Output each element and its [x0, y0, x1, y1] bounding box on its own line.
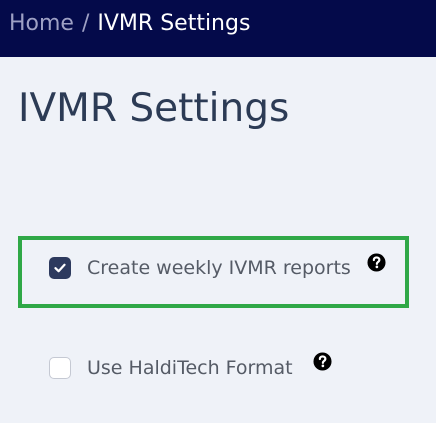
help-icon[interactable] [313, 352, 332, 371]
top-navigation-bar: Home / IVMR Settings [0, 0, 436, 57]
help-icon[interactable] [367, 253, 386, 272]
option-create-weekly-reports[interactable]: Create weekly IVMR reports [49, 256, 351, 280]
breadcrumb-separator: / [81, 11, 90, 36]
option-label: Use HaldiTech Format [87, 357, 293, 379]
breadcrumb-home-link[interactable]: Home [9, 11, 74, 36]
option-use-halditech-format[interactable]: Use HaldiTech Format [49, 356, 293, 380]
option-label: Create weekly IVMR reports [87, 257, 351, 279]
create-weekly-reports-checkbox[interactable] [49, 257, 71, 279]
use-halditech-format-checkbox[interactable] [49, 357, 71, 379]
checkmark-icon [54, 263, 66, 273]
breadcrumb: Home / IVMR Settings [9, 9, 250, 39]
breadcrumb-current: IVMR Settings [97, 11, 251, 36]
page-title: IVMR Settings [18, 86, 290, 131]
